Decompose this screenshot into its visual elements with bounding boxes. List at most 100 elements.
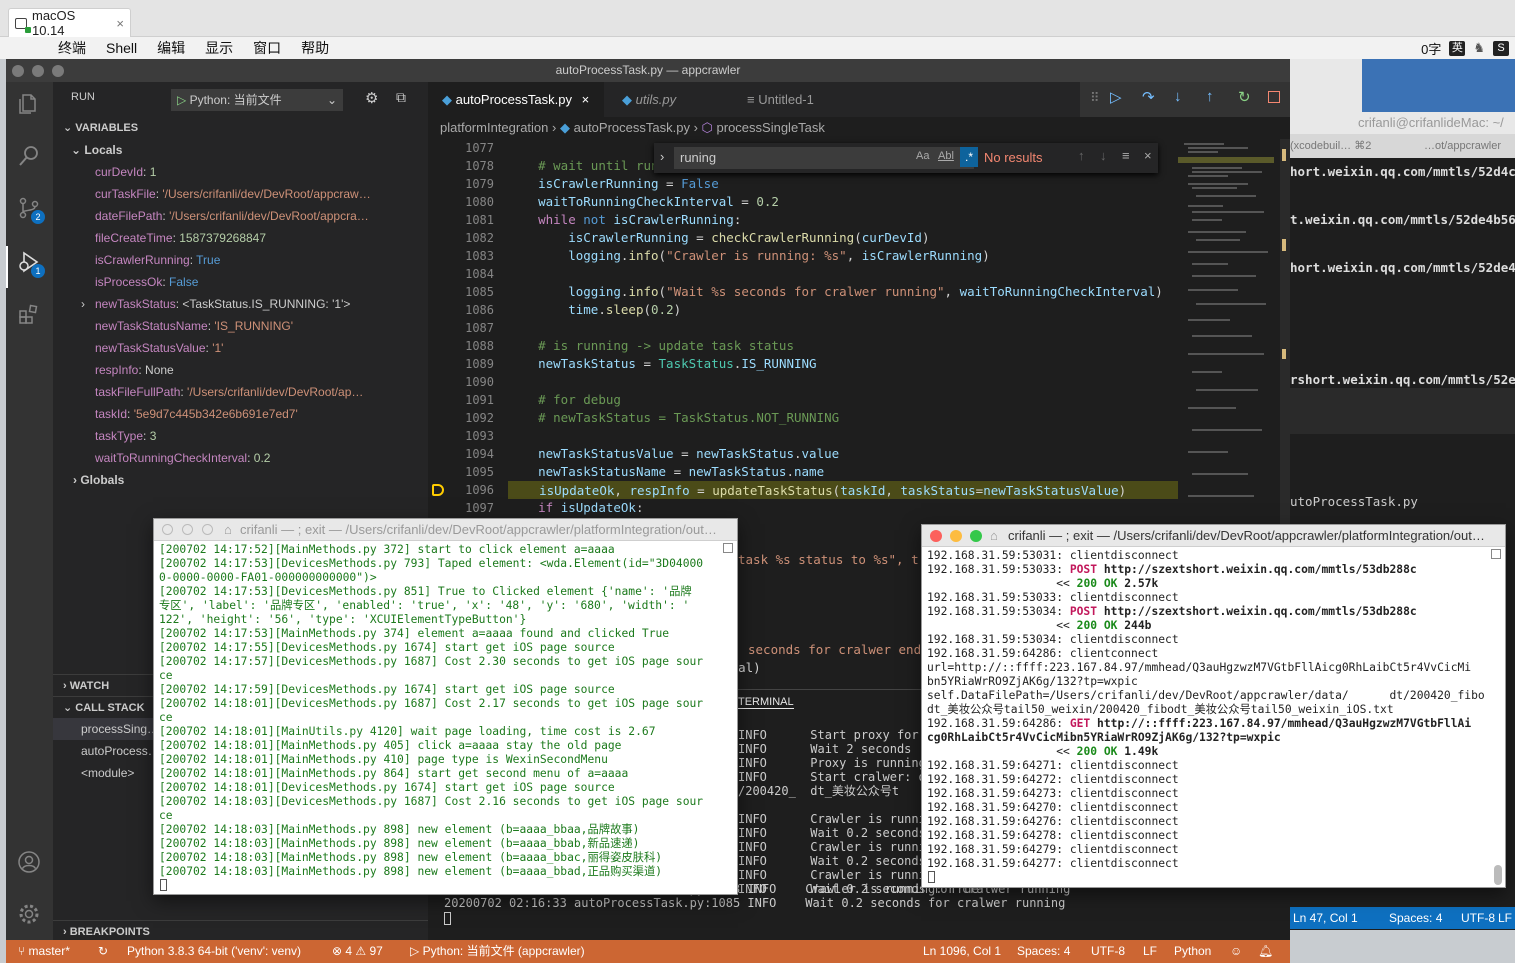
variable-row[interactable]: newTaskStatusValue: '1' [53, 337, 428, 359]
variable-row[interactable]: taskType: 3 [53, 425, 428, 447]
terminal-line: [200702 14:18:01][MainMethods.py 864] st… [159, 767, 629, 780]
menu-terminal[interactable]: 终端 [58, 38, 86, 58]
menu-view[interactable]: 显示 [205, 38, 233, 58]
breadcrumb-symbol[interactable]: processSingleTask [717, 120, 825, 135]
language-mode[interactable]: Python [1174, 940, 1211, 963]
variables-section-header[interactable]: ⌄ VARIABLES [53, 117, 428, 139]
variable-row[interactable]: isCrawlerRunning: True [53, 249, 428, 271]
window-close-button[interactable] [12, 65, 24, 77]
tab-utils[interactable]: ◆ utils.py [608, 82, 732, 117]
continue-icon[interactable]: ▷ [1110, 88, 1122, 106]
source-control-icon[interactable]: 2 [17, 196, 45, 224]
chevron-right-icon[interactable]: › [660, 149, 664, 164]
host-tab-macos[interactable]: macOS 10.14 × [8, 8, 131, 38]
variable-row[interactable]: curTaskFile: '/Users/crifanli/dev/DevRoo… [53, 183, 428, 205]
menu-help[interactable]: 帮助 [301, 38, 329, 58]
arrow-down-icon[interactable]: ↓ [1100, 148, 1107, 163]
locals-scope[interactable]: ⌄ Locals [53, 139, 428, 161]
run-config-select[interactable]: ▷ Python: 当前文件 ⌄ [171, 89, 343, 111]
feedback-icon[interactable]: ☺ [1230, 940, 1242, 963]
cursor-position[interactable]: Ln 1096, Col 1 [923, 940, 1001, 963]
account-icon[interactable] [17, 850, 41, 874]
terminal-scrollbar[interactable] [1494, 865, 1502, 885]
problems-count[interactable]: ⊗ 4 ⚠ 97 [332, 940, 383, 963]
ime-indicator[interactable]: 英 [1449, 40, 1466, 56]
bg-tab-appcrawler[interactable]: …ot/appcrawler [1424, 134, 1501, 158]
window-close-button[interactable] [162, 524, 173, 535]
window-zoom-button[interactable] [970, 530, 982, 542]
menu-shell[interactable]: Shell [106, 40, 137, 56]
close-icon[interactable]: × [1144, 148, 1152, 163]
sync-icon[interactable]: ↻ [98, 940, 108, 963]
window-zoom-button[interactable] [52, 65, 64, 77]
window-close-button[interactable] [930, 530, 942, 542]
bg-status-eol[interactable]: LF [1498, 907, 1512, 929]
editor-scrollbar[interactable] [1280, 139, 1290, 539]
whole-word-toggle[interactable]: Abl [938, 150, 954, 162]
debug-icon[interactable]: 1 [17, 250, 45, 278]
variable-row[interactable]: fileCreateTime: 1587379268847 [53, 227, 428, 249]
terminal-window-left[interactable]: ⌂ crifanli — ; exit — /Users/crifanli/de… [153, 518, 738, 895]
regex-toggle[interactable]: .* [960, 147, 978, 167]
bg-status-spaces[interactable]: Spaces: 4 [1389, 907, 1442, 929]
drag-handle-icon[interactable]: ⠿ [1090, 90, 1100, 106]
debug-console-icon[interactable]: ⧉ [396, 89, 406, 106]
scroll-toggle-icon[interactable] [1491, 549, 1501, 559]
tab-autoprocesstask[interactable]: ◆ autoProcessTask.py × [428, 82, 604, 117]
variable-row[interactable]: isProcessOk: False [53, 271, 428, 293]
globals-scope[interactable]: › Globals [53, 469, 428, 491]
encoding[interactable]: UTF-8 [1091, 940, 1125, 963]
gear-icon[interactable]: ⚙ [365, 89, 378, 107]
explorer-icon[interactable] [17, 92, 41, 116]
tab-terminal[interactable]: TERMINAL [738, 696, 794, 709]
sync-icon[interactable]: S [1493, 40, 1509, 56]
minimap[interactable] [1178, 139, 1278, 519]
bell-icon[interactable]: 🔔︎ [1258, 940, 1273, 963]
variable-row[interactable]: › newTaskStatus: <TaskStatus.IS_RUNNING: … [53, 293, 428, 315]
gear-icon[interactable] [17, 902, 41, 926]
restart-icon[interactable]: ↻ [1238, 88, 1251, 106]
stop-icon[interactable] [1268, 91, 1280, 103]
window-minimize-button[interactable] [32, 65, 44, 77]
breadcrumb-folder[interactable]: platformIntegration [440, 120, 548, 135]
python-interpreter[interactable]: Python 3.8.3 64-bit ('venv': venv) [127, 940, 301, 963]
app-icon[interactable]: ♞ [1473, 40, 1485, 56]
window-minimize-button[interactable] [182, 524, 193, 535]
terminal-window-right[interactable]: ⌂ crifanli — ; exit — /Users/crifanli/de… [921, 524, 1506, 888]
play-icon[interactable]: ▷ [177, 93, 186, 107]
branch-status[interactable]: ⑂ master* [18, 940, 70, 963]
step-out-icon[interactable]: ↑ [1206, 88, 1214, 105]
debug-status[interactable]: ▷ Python: 当前文件 (appcrawler) [410, 940, 585, 963]
bg-status-position[interactable]: Ln 47, Col 1 [1293, 907, 1358, 929]
variable-row[interactable]: waitToRunningCheckInterval: 0.2 [53, 447, 428, 469]
variable-row[interactable]: taskId: '5e9d7c445b342e6b691e7ed7' [53, 403, 428, 425]
variable-row[interactable]: taskFileFullPath: '/Users/crifanli/dev/D… [53, 381, 428, 403]
search-icon[interactable] [17, 144, 41, 168]
find-in-selection-icon[interactable]: ≡ [1122, 148, 1130, 163]
terminal-line: url=http://::ffff:223.167.84.97/mmhead/Q… [927, 661, 1472, 674]
variable-row[interactable]: curDevId: 1 [53, 161, 428, 183]
eol[interactable]: LF [1143, 940, 1157, 963]
window-zoom-button[interactable] [202, 524, 213, 535]
extensions-icon[interactable] [17, 302, 41, 326]
variable-row[interactable]: newTaskStatusName: 'IS_RUNNING' [53, 315, 428, 337]
menu-edit[interactable]: 编辑 [157, 38, 185, 58]
menu-window[interactable]: 窗口 [253, 38, 281, 58]
tab-untitled[interactable]: ≡ Untitled-1 [733, 82, 851, 117]
step-into-icon[interactable]: ↓ [1174, 88, 1182, 105]
close-icon[interactable]: × [116, 16, 124, 31]
bg-tab-xcodebuild[interactable]: (xcodebuil… ⌘2 [1290, 134, 1371, 158]
breakpoints-section-header[interactable]: › BREAKPOINTS [53, 920, 428, 942]
step-over-icon[interactable]: ↷ [1142, 88, 1155, 106]
word-count[interactable]: 0字 [1421, 39, 1441, 58]
breadcrumb-file[interactable]: autoProcessTask.py [574, 120, 690, 135]
bg-status-encoding[interactable]: UTF-8 [1461, 907, 1495, 929]
indentation[interactable]: Spaces: 4 [1017, 940, 1070, 963]
match-case-toggle[interactable]: Aa [916, 150, 929, 162]
window-minimize-button[interactable] [950, 530, 962, 542]
arrow-up-icon[interactable]: ↑ [1078, 148, 1085, 163]
close-icon[interactable]: × [582, 92, 590, 107]
variable-row[interactable]: dateFilePath: '/Users/crifanli/dev/DevRo… [53, 205, 428, 227]
variable-row[interactable]: respInfo: None [53, 359, 428, 381]
scroll-toggle-icon[interactable] [723, 543, 733, 553]
